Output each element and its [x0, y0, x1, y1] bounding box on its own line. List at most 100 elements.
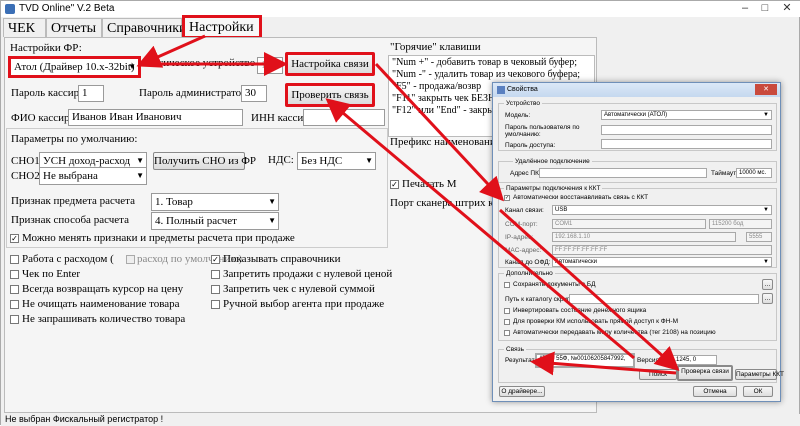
- com-port-label: COM-порт:: [505, 221, 538, 228]
- sno2-value: Не выбрана: [43, 170, 98, 182]
- hotkeys-title: "Горячие" клавиши: [390, 41, 481, 53]
- logical-device-input[interactable]: 1: [257, 57, 283, 74]
- direct-fn-label: Для проверки КМ использовать прямой дост…: [513, 318, 679, 325]
- minimize-icon[interactable]: –: [735, 1, 755, 15]
- option-label: Всегда возвращать курсор на цену: [22, 283, 184, 295]
- fr-driver-value: Атол (Драйвер 10.х-32bit): [14, 61, 135, 73]
- auto-restore-checkbox[interactable]: ✓: [504, 195, 510, 201]
- model-value: Автоматически (АТОЛ): [604, 112, 668, 118]
- cashier-name-label: ФИО кассира: [11, 112, 75, 124]
- admin-password-label: Пароль администратора: [139, 87, 252, 99]
- access-password-input[interactable]: [601, 139, 772, 149]
- auto-measure-checkbox[interactable]: [504, 330, 510, 336]
- device-group-label: Устройство: [504, 100, 543, 107]
- option-checkbox[interactable]: [211, 285, 220, 294]
- sno2-label: СНО2:: [11, 170, 43, 182]
- option-checkbox[interactable]: ✓: [211, 255, 220, 264]
- dialog-close-icon[interactable]: ✕: [755, 84, 777, 95]
- option-label: Запретить чек с нулевой суммой: [223, 283, 375, 295]
- mac-address-input[interactable]: FF:FF:FF:FF:FF:FF: [552, 245, 772, 255]
- print-label: Печатать М: [402, 178, 457, 190]
- defaults-group: [6, 128, 388, 248]
- kkt-params-button[interactable]: Параметры ККТ: [735, 369, 784, 380]
- save-docs-label: Сохранять документы в БД: [513, 281, 596, 288]
- ofd-channel-select[interactable]: Автоматически ▼: [552, 257, 772, 267]
- option-checkbox[interactable]: [211, 300, 220, 309]
- calc-method-label: Признак способа расчета: [11, 214, 129, 226]
- version-label: Версия:: [637, 357, 661, 364]
- option-checkbox[interactable]: [211, 270, 220, 279]
- cashier-name-input[interactable]: Иванов Иван Иванович: [68, 109, 243, 126]
- tab-check[interactable]: ЧЕК: [3, 18, 46, 37]
- save-docs-browse-button[interactable]: …: [762, 279, 773, 290]
- chevron-down-icon: ▼: [763, 207, 769, 213]
- channel-label: Канал связи:: [505, 207, 544, 214]
- chevron-down-icon: ▼: [268, 197, 276, 206]
- pc-address-input[interactable]: [539, 168, 707, 178]
- tab-settings[interactable]: Настройки: [182, 15, 262, 39]
- window-title: TVD Online" V.2 Beta: [19, 3, 115, 14]
- access-password-label: Пароль доступа:: [505, 142, 556, 149]
- channel-select[interactable]: USB ▼: [552, 205, 772, 215]
- get-sno-button[interactable]: Получить СНО из ФР: [153, 152, 256, 170]
- option-label: Не очищать наименование товара: [22, 298, 180, 310]
- admin-password-input[interactable]: 30: [241, 85, 267, 102]
- expense-default-checkbox[interactable]: [126, 255, 135, 264]
- auto-measure-label: Автоматически передавать меру количества…: [513, 329, 716, 336]
- cancel-button[interactable]: Отмена: [693, 386, 737, 397]
- cashier-password-input[interactable]: 1: [78, 85, 104, 102]
- about-driver-button[interactable]: О драйвере...: [499, 386, 545, 397]
- option-checkbox[interactable]: [10, 300, 19, 309]
- tab-reports[interactable]: Отчеты: [46, 18, 102, 37]
- tab-directories[interactable]: Справочники: [102, 18, 187, 37]
- kkt-params-group-label: Параметры подключения к ККТ: [504, 185, 603, 192]
- scripts-path-input[interactable]: [569, 294, 759, 304]
- option-checkbox[interactable]: [10, 270, 19, 279]
- model-select[interactable]: Автоматически (АТОЛ) ▼: [601, 110, 772, 120]
- chevron-down-icon: ▼: [365, 156, 373, 165]
- chevron-down-icon: ▼: [763, 112, 769, 118]
- fr-driver-select[interactable]: Атол (Драйвер 10.х-32bit) ▼: [8, 56, 141, 78]
- calc-subject-label: Признак предмета расчета: [11, 195, 135, 207]
- sno2-select[interactable]: Не выбрана ▼: [39, 167, 147, 185]
- timeout-input[interactable]: 10000 мс.: [736, 168, 772, 178]
- check-link-button[interactable]: Проверка связи: [677, 365, 733, 381]
- dialog-icon: [497, 86, 505, 94]
- user-password-input[interactable]: [601, 125, 772, 135]
- allow-change-checkbox[interactable]: ✓: [10, 234, 19, 243]
- logical-device-label: Логическое устройство: [146, 57, 256, 69]
- option-label: Ручной выбор агента при продаже: [223, 298, 385, 310]
- check-connection-button[interactable]: Проверить связь: [285, 83, 375, 107]
- extra-group-label: Дополнительно: [504, 270, 555, 277]
- result-value: АТОЛ 55Ф, №00106205847992,: [535, 353, 635, 368]
- connection-settings-button[interactable]: Настройка связи: [285, 52, 375, 76]
- calc-method-select[interactable]: 4. Полный расчет ▼: [151, 212, 279, 230]
- ok-button[interactable]: ОК: [743, 386, 773, 397]
- vat-value: Без НДС: [301, 155, 343, 167]
- cashier-inn-input[interactable]: [303, 109, 385, 126]
- com-port-select[interactable]: COM1: [552, 219, 706, 229]
- scripts-path-browse-button[interactable]: …: [762, 293, 773, 304]
- invert-drawer-checkbox[interactable]: [504, 308, 510, 314]
- vat-select[interactable]: Без НДС ▼: [297, 152, 376, 170]
- ip-address-input[interactable]: 192.168.1.10: [552, 232, 736, 242]
- maximize-icon[interactable]: □: [755, 1, 775, 15]
- auto-restore-label: Автоматически восстанавливать связь с КК…: [513, 194, 649, 201]
- print-checkbox[interactable]: ✓: [390, 180, 399, 189]
- option-label: Чек по Enter: [22, 268, 81, 280]
- calc-subject-select[interactable]: 1. Товар ▼: [151, 193, 279, 211]
- direct-fn-checkbox[interactable]: [504, 319, 510, 325]
- option-checkbox[interactable]: [10, 315, 19, 324]
- option-label: Запретить продажи с нулевой ценой: [223, 268, 393, 280]
- port-input[interactable]: 5555: [746, 232, 772, 242]
- option-checkbox[interactable]: [10, 255, 19, 264]
- pc-address-label: Адрес ПК:: [510, 170, 541, 177]
- calc-subject-value: 1. Товар: [155, 196, 193, 208]
- option-checkbox[interactable]: [10, 285, 19, 294]
- save-docs-checkbox[interactable]: [504, 282, 510, 288]
- chevron-down-icon: ▼: [763, 259, 769, 265]
- ofd-channel-label: Канал до ОФД:: [505, 259, 551, 266]
- search-button[interactable]: Поиск: [639, 369, 677, 380]
- close-icon[interactable]: ✕: [775, 1, 799, 15]
- baud-select[interactable]: 115200 бод: [709, 219, 772, 229]
